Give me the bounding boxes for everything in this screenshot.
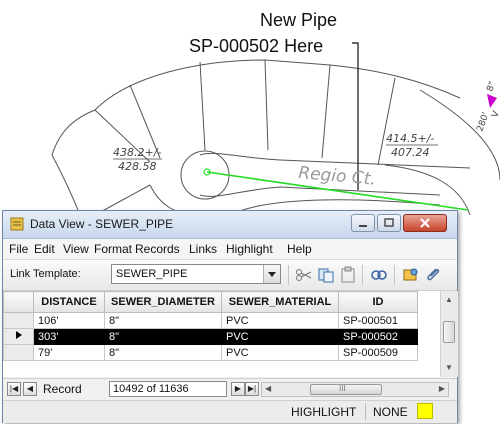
menu-help[interactable]: Help bbox=[287, 242, 312, 256]
column-header-distance[interactable]: DISTANCE bbox=[33, 291, 105, 313]
vertical-scroll-thumb[interactable] bbox=[443, 321, 455, 343]
cell-sewer-diameter[interactable]: 8" bbox=[104, 312, 222, 329]
highlight-status-label: HIGHLIGHT bbox=[291, 405, 357, 419]
highlight-color-swatch[interactable] bbox=[417, 403, 433, 419]
edge-label-diameter: 8" bbox=[485, 80, 498, 93]
scroll-up-icon[interactable]: ▲ bbox=[445, 295, 453, 304]
link-template-select[interactable]: SEWER_PIPE bbox=[111, 264, 281, 284]
toolbar: Link Template: SEWER_PIPE bbox=[3, 260, 457, 291]
maximize-icon bbox=[384, 218, 394, 227]
table-row[interactable]: 79' 8" PVC SP-000509 bbox=[3, 344, 418, 361]
data-view-window: Data View - SEWER_PIPE File Edit View Fo… bbox=[2, 210, 458, 423]
cell-sewer-material[interactable]: PVC bbox=[221, 328, 339, 345]
records-grid[interactable]: DISTANCE SEWER_DIAMETER SEWER_MATERIAL I… bbox=[3, 291, 458, 377]
table-row-selected[interactable]: 303' 8" PVC SP-000502 bbox=[3, 328, 418, 345]
row-selector[interactable] bbox=[3, 344, 34, 361]
horizontal-scroll-thumb[interactable]: III bbox=[310, 384, 382, 395]
first-record-icon[interactable]: |◀ bbox=[7, 382, 21, 396]
lot-label-left-1: 438.2+/- bbox=[113, 146, 161, 159]
column-header-sewer-diameter[interactable]: SEWER_DIAMETER bbox=[104, 291, 222, 313]
cell-sewer-material[interactable]: PVC bbox=[221, 344, 339, 361]
link-template-value: SEWER_PIPE bbox=[116, 268, 188, 280]
menu-links[interactable]: Links bbox=[189, 242, 217, 256]
scroll-right-icon[interactable]: ▶ bbox=[439, 384, 445, 393]
cell-id[interactable]: SP-000501 bbox=[338, 312, 418, 329]
scroll-down-icon[interactable]: ▼ bbox=[445, 363, 453, 372]
link-template-label: Link Template: bbox=[10, 268, 81, 280]
cell-distance[interactable]: 303' bbox=[33, 328, 105, 345]
column-header-id[interactable]: ID bbox=[338, 291, 418, 313]
record-label: Record bbox=[43, 382, 82, 396]
street-label: Regio Ct. bbox=[298, 163, 377, 190]
manhole-marker bbox=[487, 94, 497, 108]
cell-distance[interactable]: 106' bbox=[33, 312, 105, 329]
record-position-field[interactable]: 10492 of 11636 bbox=[109, 381, 227, 397]
status-bar: HIGHLIGHT NONE bbox=[3, 400, 457, 423]
row-selector[interactable] bbox=[3, 312, 34, 329]
menu-records[interactable]: Records bbox=[135, 242, 180, 256]
previous-record-icon[interactable]: ◀ bbox=[23, 382, 37, 396]
window-title: Data View - SEWER_PIPE bbox=[30, 217, 174, 231]
scroll-left-icon[interactable]: ◀ bbox=[265, 384, 271, 393]
data-view-app-icon bbox=[10, 217, 24, 231]
grid-corner-header bbox=[3, 291, 34, 313]
menu-file[interactable]: File bbox=[9, 242, 28, 256]
next-record-icon[interactable]: ▶ bbox=[231, 382, 245, 396]
table-row[interactable]: 106' 8" PVC SP-000501 bbox=[3, 312, 418, 329]
current-row-arrow-icon bbox=[15, 331, 22, 339]
window-titlebar[interactable]: Data View - SEWER_PIPE bbox=[3, 211, 457, 239]
maximize-button[interactable] bbox=[377, 214, 401, 232]
column-header-sewer-material[interactable]: SEWER_MATERIAL bbox=[221, 291, 339, 313]
photo-settings-icon[interactable] bbox=[402, 266, 420, 284]
cell-id[interactable]: SP-000509 bbox=[338, 344, 418, 361]
menu-view[interactable]: View bbox=[63, 242, 89, 256]
close-button[interactable] bbox=[403, 214, 447, 232]
cell-distance[interactable]: 79' bbox=[33, 344, 105, 361]
lot-label-right-1: 414.5+/- bbox=[386, 132, 434, 145]
edge-label-distance: 280' bbox=[475, 111, 491, 133]
chevron-down-icon[interactable] bbox=[263, 265, 280, 283]
row-selector-current[interactable] bbox=[3, 328, 34, 345]
close-icon bbox=[420, 218, 430, 228]
minimize-icon bbox=[359, 225, 367, 227]
link-records-icon[interactable] bbox=[370, 266, 388, 284]
cell-sewer-material[interactable]: PVC bbox=[221, 312, 339, 329]
last-record-icon[interactable]: ▶| bbox=[245, 382, 259, 396]
record-navigator: |◀ ◀ Record 10492 of 11636 ▶ ▶| ◀ III ▶ bbox=[3, 378, 457, 400]
menu-highlight[interactable]: Highlight bbox=[226, 242, 273, 256]
vertical-scrollbar[interactable]: ▲ ▼ bbox=[440, 291, 458, 377]
scissors-icon[interactable] bbox=[295, 266, 313, 284]
callout-line-1: New Pipe bbox=[260, 10, 338, 30]
callout-line-2: SP-000502 Here bbox=[189, 36, 324, 56]
lot-label-right-2: 407.24 bbox=[391, 146, 430, 159]
cell-sewer-diameter[interactable]: 8" bbox=[104, 344, 222, 361]
lot-label-left-2: 428.58 bbox=[118, 160, 157, 173]
menu-edit[interactable]: Edit bbox=[34, 242, 55, 256]
cell-id[interactable]: SP-000502 bbox=[338, 328, 418, 345]
horizontal-scrollbar[interactable]: ◀ III ▶ bbox=[261, 382, 449, 397]
edge-label-material: V bbox=[490, 109, 500, 119]
minimize-button[interactable] bbox=[351, 214, 375, 232]
menu-bar: File Edit View Format Records Links High… bbox=[3, 239, 457, 260]
scroll-grip-icon: III bbox=[339, 384, 346, 393]
cell-sewer-diameter[interactable]: 8" bbox=[104, 328, 222, 345]
copy-icon[interactable] bbox=[317, 266, 335, 284]
highlight-status-value: NONE bbox=[373, 405, 408, 419]
menu-format[interactable]: Format bbox=[94, 242, 132, 256]
paste-icon[interactable] bbox=[339, 266, 357, 284]
attachment-icon[interactable] bbox=[424, 266, 442, 284]
